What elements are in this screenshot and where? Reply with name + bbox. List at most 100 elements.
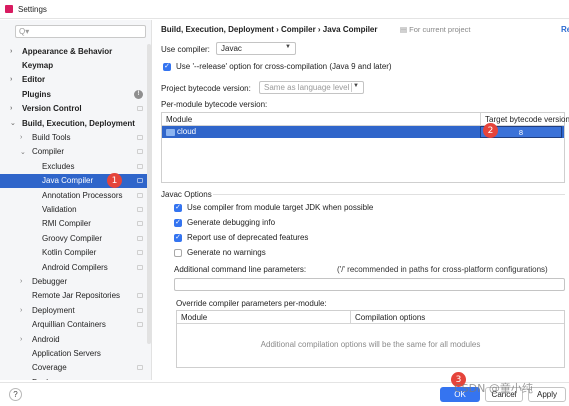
sidebar-item[interactable]: Validation [0, 202, 151, 216]
chevron-right-icon[interactable]: › [20, 278, 28, 285]
table-row[interactable]: cloud 8 [162, 126, 564, 138]
use-compiler-label: Use compiler: [161, 45, 210, 54]
release-option-checkbox[interactable]: ✓ Use '--release' option for cross-compi… [163, 62, 392, 71]
project-bytecode-select[interactable]: Same as language level ▼ [259, 81, 364, 94]
sidebar-item-label: Kotlin Compiler [42, 248, 97, 258]
sidebar-item[interactable]: Groovy Compiler [0, 231, 151, 245]
chevron-right-icon[interactable]: › [20, 336, 28, 343]
sidebar-item-label: Application Servers [32, 348, 101, 358]
chevron-down-icon[interactable]: ⌄ [20, 148, 28, 156]
project-scope-icon [137, 178, 143, 184]
scope-note: ▤ For current project [400, 25, 471, 34]
chevron-right-icon[interactable]: › [20, 134, 28, 141]
sidebar-item[interactable]: Keymap [0, 58, 151, 72]
checkbox-checked-icon: ✓ [174, 218, 182, 227]
reset-link[interactable]: Re [561, 25, 569, 34]
sidebar-item-label: Appearance & Behavior [22, 46, 113, 56]
per-module-label: Per-module bytecode version: [161, 100, 268, 109]
sidebar-item[interactable]: ⌄ Compiler [0, 145, 151, 159]
settings-search-input[interactable]: Q▾ [15, 25, 146, 38]
sidebar-item[interactable]: RMI Compiler [0, 217, 151, 231]
sidebar-item[interactable]: › Version Control [0, 102, 151, 116]
project-scope-icon [137, 322, 143, 328]
help-button[interactable]: ? [9, 388, 22, 401]
additional-params-label: Additional command line parameters: [174, 265, 307, 274]
sidebar-item-label: Remote Jar Repositories [32, 291, 121, 301]
sidebar-item-label: Editor [22, 75, 46, 85]
sidebar-scrollbar[interactable] [147, 44, 151, 344]
sidebar-item[interactable]: › Android [0, 332, 151, 346]
sidebar-item[interactable]: Annotation Processors [0, 188, 151, 202]
sidebar-item[interactable]: › Build Tools [0, 130, 151, 144]
sidebar-item-label: Compiler [32, 147, 65, 157]
window-title: Settings [18, 4, 47, 14]
javac-option-checkbox[interactable]: ✓ Report use of deprecated features [174, 233, 308, 242]
module-name: cloud [177, 127, 197, 136]
combo-separator [351, 83, 352, 92]
javac-option-checkbox[interactable]: ✓ Use compiler from module target JDK whe… [174, 203, 373, 212]
empty-table-text: Additional compilation options will be t… [260, 340, 481, 349]
project-scope-icon [137, 206, 143, 212]
sidebar-item[interactable]: Android Compilers [0, 260, 151, 274]
project-scope-icon [137, 365, 143, 371]
info-icon: ! [134, 89, 143, 99]
checkbox-checked-icon: ✓ [174, 233, 182, 242]
apply-button[interactable]: Apply [528, 387, 566, 402]
column-module[interactable]: Module [166, 115, 192, 124]
project-scope-icon [137, 221, 143, 227]
project-scope-icon [137, 106, 143, 112]
javac-option-checkbox[interactable]: Generate no warnings [174, 248, 266, 257]
sidebar-item-label: Java Compiler [42, 176, 94, 186]
chevron-right-icon[interactable]: › [10, 48, 18, 55]
module-folder-icon [166, 129, 175, 136]
javac-option-label: Report use of deprecated features [187, 233, 309, 242]
watermark: CSDN @童小纯 [454, 382, 533, 395]
sidebar-item-label: RMI Compiler [42, 219, 91, 229]
sidebar-item[interactable]: Arquillian Containers [0, 317, 151, 331]
column-module[interactable]: Module [181, 313, 207, 322]
annotation-badge-2: 2 [483, 123, 498, 138]
sidebar-item-label: Validation [42, 204, 77, 214]
column-compilation-options[interactable]: Compilation options [350, 311, 425, 324]
project-scope-icon [137, 235, 143, 241]
chevron-right-icon[interactable]: › [10, 76, 18, 83]
chevron-down-icon[interactable]: ⌄ [10, 119, 18, 127]
chevron-right-icon[interactable]: › [10, 105, 18, 112]
sidebar-item[interactable]: › Debugger [0, 274, 151, 288]
checkbox-unchecked-icon [174, 248, 182, 257]
app-icon [5, 5, 13, 13]
sidebar-item-label: Build Tools [32, 133, 71, 143]
sidebar-item[interactable]: › Editor [0, 73, 151, 87]
sidebar-item[interactable]: Kotlin Compiler [0, 245, 151, 259]
javac-option-label: Generate debugging info [187, 218, 276, 227]
sidebar-item[interactable]: Excludes [0, 159, 151, 173]
additional-params-input[interactable] [174, 278, 565, 291]
annotation-badge-1: 1 [107, 173, 122, 188]
sidebar-item[interactable]: › Deployment [0, 303, 151, 317]
sidebar-item[interactable]: Application Servers [0, 346, 151, 360]
project-scope-icon [137, 250, 143, 256]
sidebar-item[interactable]: Java Compiler [0, 173, 151, 188]
sidebar-item[interactable]: › Appearance & Behavior [0, 44, 151, 58]
project-bytecode-label: Project bytecode version: [161, 84, 251, 93]
checkbox-checked-icon: ✓ [163, 62, 171, 71]
bytecode-table: Module Target bytecode version cloud 8 [161, 112, 569, 183]
chevron-down-icon: ▼ [285, 44, 291, 50]
sidebar-item[interactable]: › Docker [0, 375, 151, 380]
sidebar-item-label: Keymap [22, 61, 54, 71]
sidebar-item-label: Android Compilers [42, 262, 108, 272]
sidebar-item-label: Plugins [22, 89, 51, 99]
sidebar-item[interactable]: Coverage [0, 361, 151, 375]
javac-option-checkbox[interactable]: ✓ Generate debugging info [174, 218, 275, 227]
title-bar: Settings [0, 0, 569, 19]
sidebar-item[interactable]: Plugins! [0, 87, 151, 101]
chevron-right-icon[interactable]: › [20, 307, 28, 314]
chevron-down-icon: ▼ [353, 83, 359, 89]
sidebar-item[interactable]: ⌄ Build, Execution, Deployment [0, 116, 151, 130]
sidebar-item-label: Version Control [22, 104, 82, 114]
scope-note-text: For current project [409, 25, 471, 34]
sidebar-item-label: Excludes [42, 161, 75, 171]
chevron-right-icon[interactable]: › [20, 379, 28, 380]
compiler-select[interactable]: Javac ▼ [216, 42, 296, 55]
sidebar-item[interactable]: Remote Jar Repositories [0, 289, 151, 303]
